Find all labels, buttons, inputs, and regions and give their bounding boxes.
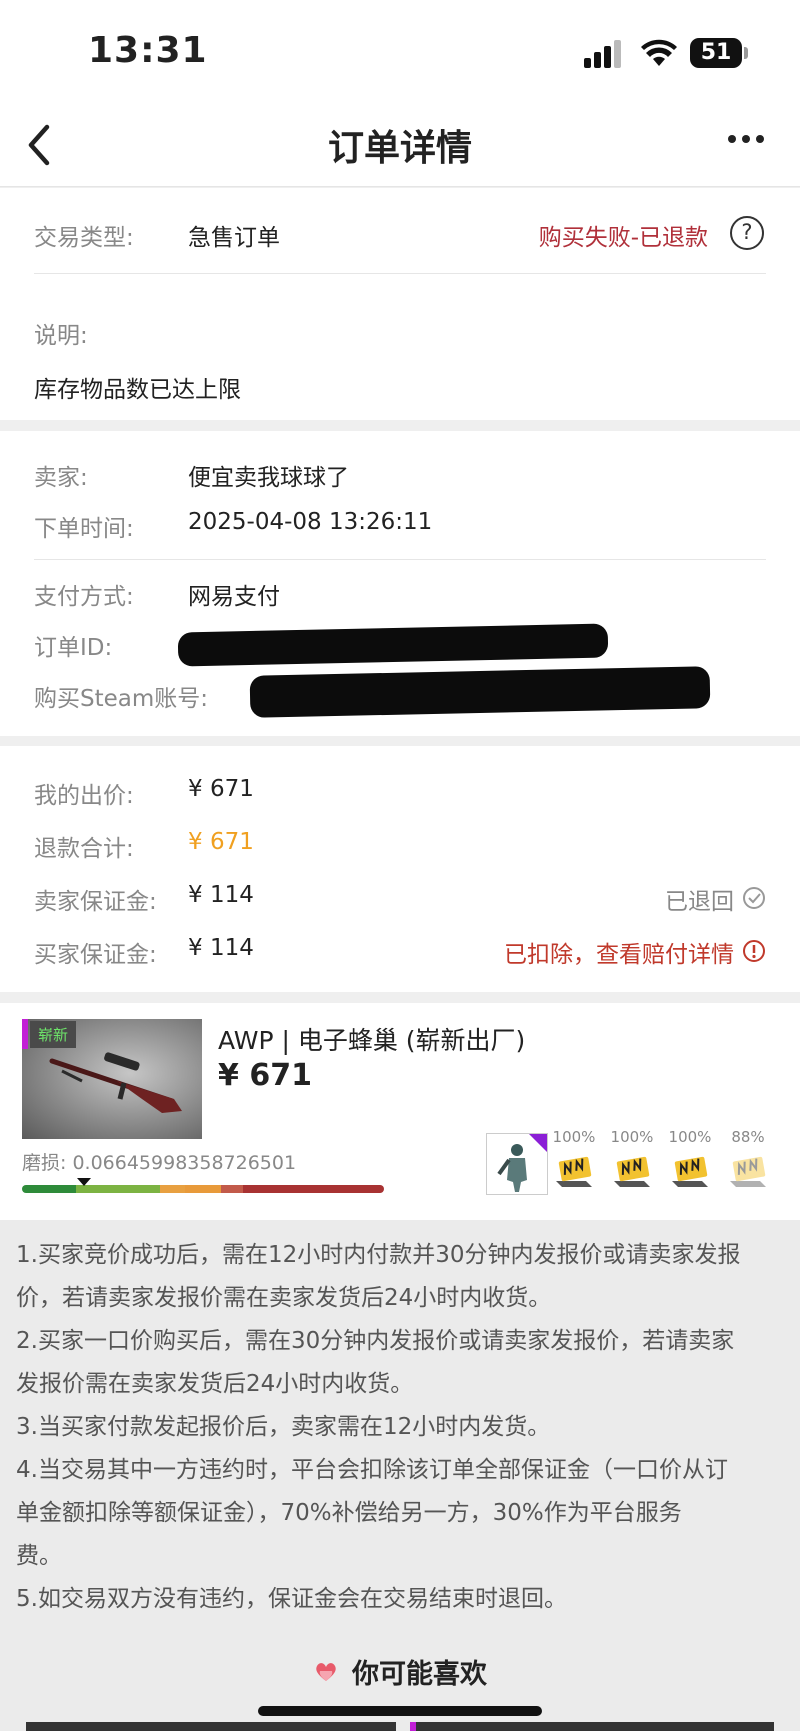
payment-method-value: 网易支付	[188, 584, 280, 610]
battery-cap	[744, 47, 748, 59]
more-button[interactable]	[728, 135, 764, 143]
wear-marker-icon	[77, 1178, 92, 1186]
navi-sticker-icon[interactable]	[552, 1151, 596, 1191]
payment-method-label: 支付方式:	[34, 584, 134, 610]
steam-account-label: 购买Steam账号:	[34, 686, 209, 712]
trade-type-label: 交易类型:	[34, 225, 134, 251]
recommend-title: 你可能喜欢	[352, 1659, 488, 1690]
rule-line: 价，若请卖家发报价需在卖家发货后24小时内收货。	[16, 1285, 552, 1311]
rule-line: 发报价需在卖家发货后24小时内收货。	[16, 1371, 414, 1397]
rule-line: 5.如交易双方没有违约，保证金会在交易结束时退回。	[16, 1586, 567, 1612]
rule-line: 4.当交易其中一方违约时，平台会扣除该订单全部保证金（一口价从订	[16, 1457, 728, 1483]
cellular-signal-icon	[584, 40, 626, 68]
more-dot	[756, 135, 764, 143]
note-value: 库存物品数已达上限	[34, 377, 241, 403]
navi-sticker-icon[interactable]	[726, 1151, 770, 1191]
item-name: AWP | 电子蜂巢 (崭新出厂)	[218, 1026, 526, 1055]
divider	[34, 559, 766, 560]
item-price: ¥ 671	[218, 1058, 312, 1093]
sticker-wear-label: 100%	[610, 1128, 654, 1146]
trade-info-card: 交易类型: 急售订单 购买失败-已退款 ? 说明: 库存物品数已达上限	[0, 188, 800, 420]
item-card[interactable]: 崭新 AWP | 电子蜂巢 (崭新出厂) ¥ 671 磨损: 0.0664599…	[0, 1003, 800, 1220]
payment-card: 我的出价: ¥ 671 退款合计: ¥ 671 卖家保证金: ¥ 114 已退回…	[0, 746, 800, 992]
divider	[34, 273, 766, 274]
more-dot	[742, 135, 750, 143]
rarity-corner	[529, 1134, 547, 1152]
rule-line: 费。	[16, 1543, 62, 1569]
refund-total-label: 退款合计:	[34, 836, 134, 862]
recommend-header: 你可能喜欢	[0, 1652, 800, 1691]
navi-sticker-icon[interactable]	[610, 1151, 654, 1191]
check-circle-icon	[743, 887, 765, 909]
order-info-card: 卖家: 便宜卖我球球了 下单时间: 2025-04-08 13:26:11 支付…	[0, 431, 800, 736]
sticker-wear-label: 100%	[552, 1128, 596, 1146]
home-indicator	[258, 1706, 542, 1716]
agent-thumbnail[interactable]	[486, 1133, 548, 1195]
wear-value: 磨损: 0.06645998358726501	[22, 1152, 297, 1174]
seller-deposit-label: 卖家保证金:	[34, 889, 157, 915]
help-icon[interactable]: ?	[730, 216, 764, 250]
note-label: 说明:	[34, 323, 88, 349]
recommend-item-right[interactable]	[410, 1722, 774, 1731]
seller-deposit-status: 已退回	[665, 889, 734, 915]
buyer-deposit-value: ¥ 114	[188, 935, 254, 961]
seller-value: 便宜卖我球球了	[188, 465, 349, 491]
more-dot	[728, 135, 736, 143]
redacted-order-id	[177, 623, 609, 667]
heart-icon	[316, 1662, 336, 1681]
page-title: 订单详情	[327, 128, 472, 169]
bid-label: 我的出价:	[34, 783, 134, 809]
redacted-steam-account	[249, 666, 711, 718]
refund-total-value: ¥ 671	[188, 829, 254, 855]
navi-sticker-icon[interactable]	[668, 1151, 712, 1191]
order-time-value: 2025-04-08 13:26:11	[188, 509, 433, 535]
battery-icon: 51	[690, 38, 742, 68]
clock: 13:31	[88, 30, 208, 71]
trade-type-value: 急售订单	[188, 225, 280, 251]
seller-label: 卖家:	[34, 465, 88, 491]
rarity-stripe	[410, 1722, 416, 1731]
order-time-label: 下单时间:	[34, 516, 134, 542]
sticker-wear-label: 88%	[731, 1128, 765, 1146]
bid-value: ¥ 671	[188, 776, 254, 802]
rule-line: 1.买家竞价成功后，需在12小时内付款并30分钟内发报价或请卖家发报	[16, 1242, 741, 1268]
item-image: 崭新	[22, 1019, 202, 1139]
compensation-details-link[interactable]: 已扣除，查看赔付详情	[504, 935, 734, 969]
nav-bar: 订单详情	[0, 105, 800, 187]
wear-bar	[22, 1185, 384, 1193]
rule-line: 2.买家一口价购买后，需在30分钟内发报价或请卖家发报价，若请卖家	[16, 1328, 735, 1354]
buyer-deposit-label: 买家保证金:	[34, 942, 157, 968]
seller-deposit-value: ¥ 114	[188, 882, 254, 908]
rule-line: 3.当买家付款发起报价后，卖家需在12小时内发货。	[16, 1414, 551, 1440]
alert-circle-icon	[743, 940, 765, 962]
wifi-icon	[641, 39, 677, 66]
order-id-label: 订单ID:	[34, 635, 113, 661]
sticker-wear-label: 100%	[668, 1128, 712, 1146]
rule-line: 单金额扣除等额保证金），70%补偿给另一方，30%作为平台服务	[16, 1500, 682, 1526]
awp-rifle-icon	[49, 1052, 182, 1113]
rules-section: 1.买家竞价成功后，需在12小时内付款并30分钟内发报价或请卖家发报 价，若请卖家…	[0, 1220, 800, 1731]
status-bar: 13:31 51	[0, 0, 800, 105]
order-status: 购买失败-已退款	[538, 225, 708, 251]
recommend-item-left[interactable]	[26, 1722, 396, 1731]
